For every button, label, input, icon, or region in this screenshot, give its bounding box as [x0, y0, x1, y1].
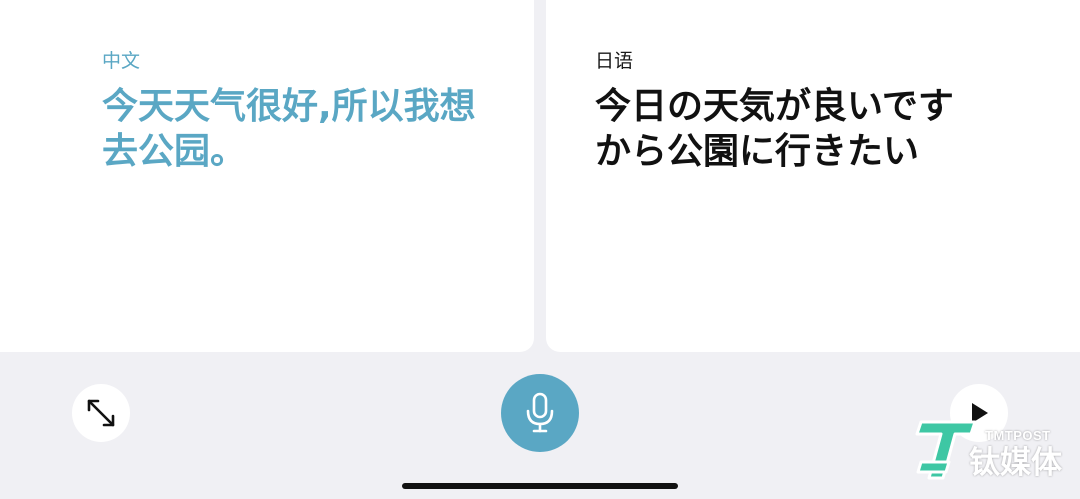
expand-button[interactable]	[72, 384, 130, 442]
target-phrase-text: 今日の天気が良いですから公園に行きたい	[595, 86, 954, 172]
target-language-panel: 日语 今日の天気が良いですから公園に行きたい	[546, 0, 1080, 352]
source-language-label[interactable]: 中文	[102, 50, 140, 72]
microphone-icon	[526, 392, 554, 433]
source-language-panel: 中文 今天天气很好,所以我想去公园。	[0, 0, 534, 352]
target-language-label[interactable]: 日语	[595, 50, 633, 72]
microphone-button[interactable]	[501, 374, 579, 452]
watermark-brand-text: 钛媒体	[969, 445, 1062, 481]
tmtpost-logo-icon	[915, 420, 977, 480]
source-phrase-text: 今天天气很好,所以我想去公园。	[102, 86, 476, 172]
home-indicator[interactable]	[402, 483, 678, 489]
watermark-small-text: TMTPOST	[985, 428, 1051, 443]
watermark: TMTPOST 钛媒体	[913, 418, 1073, 484]
expand-arrows-icon	[87, 399, 115, 427]
